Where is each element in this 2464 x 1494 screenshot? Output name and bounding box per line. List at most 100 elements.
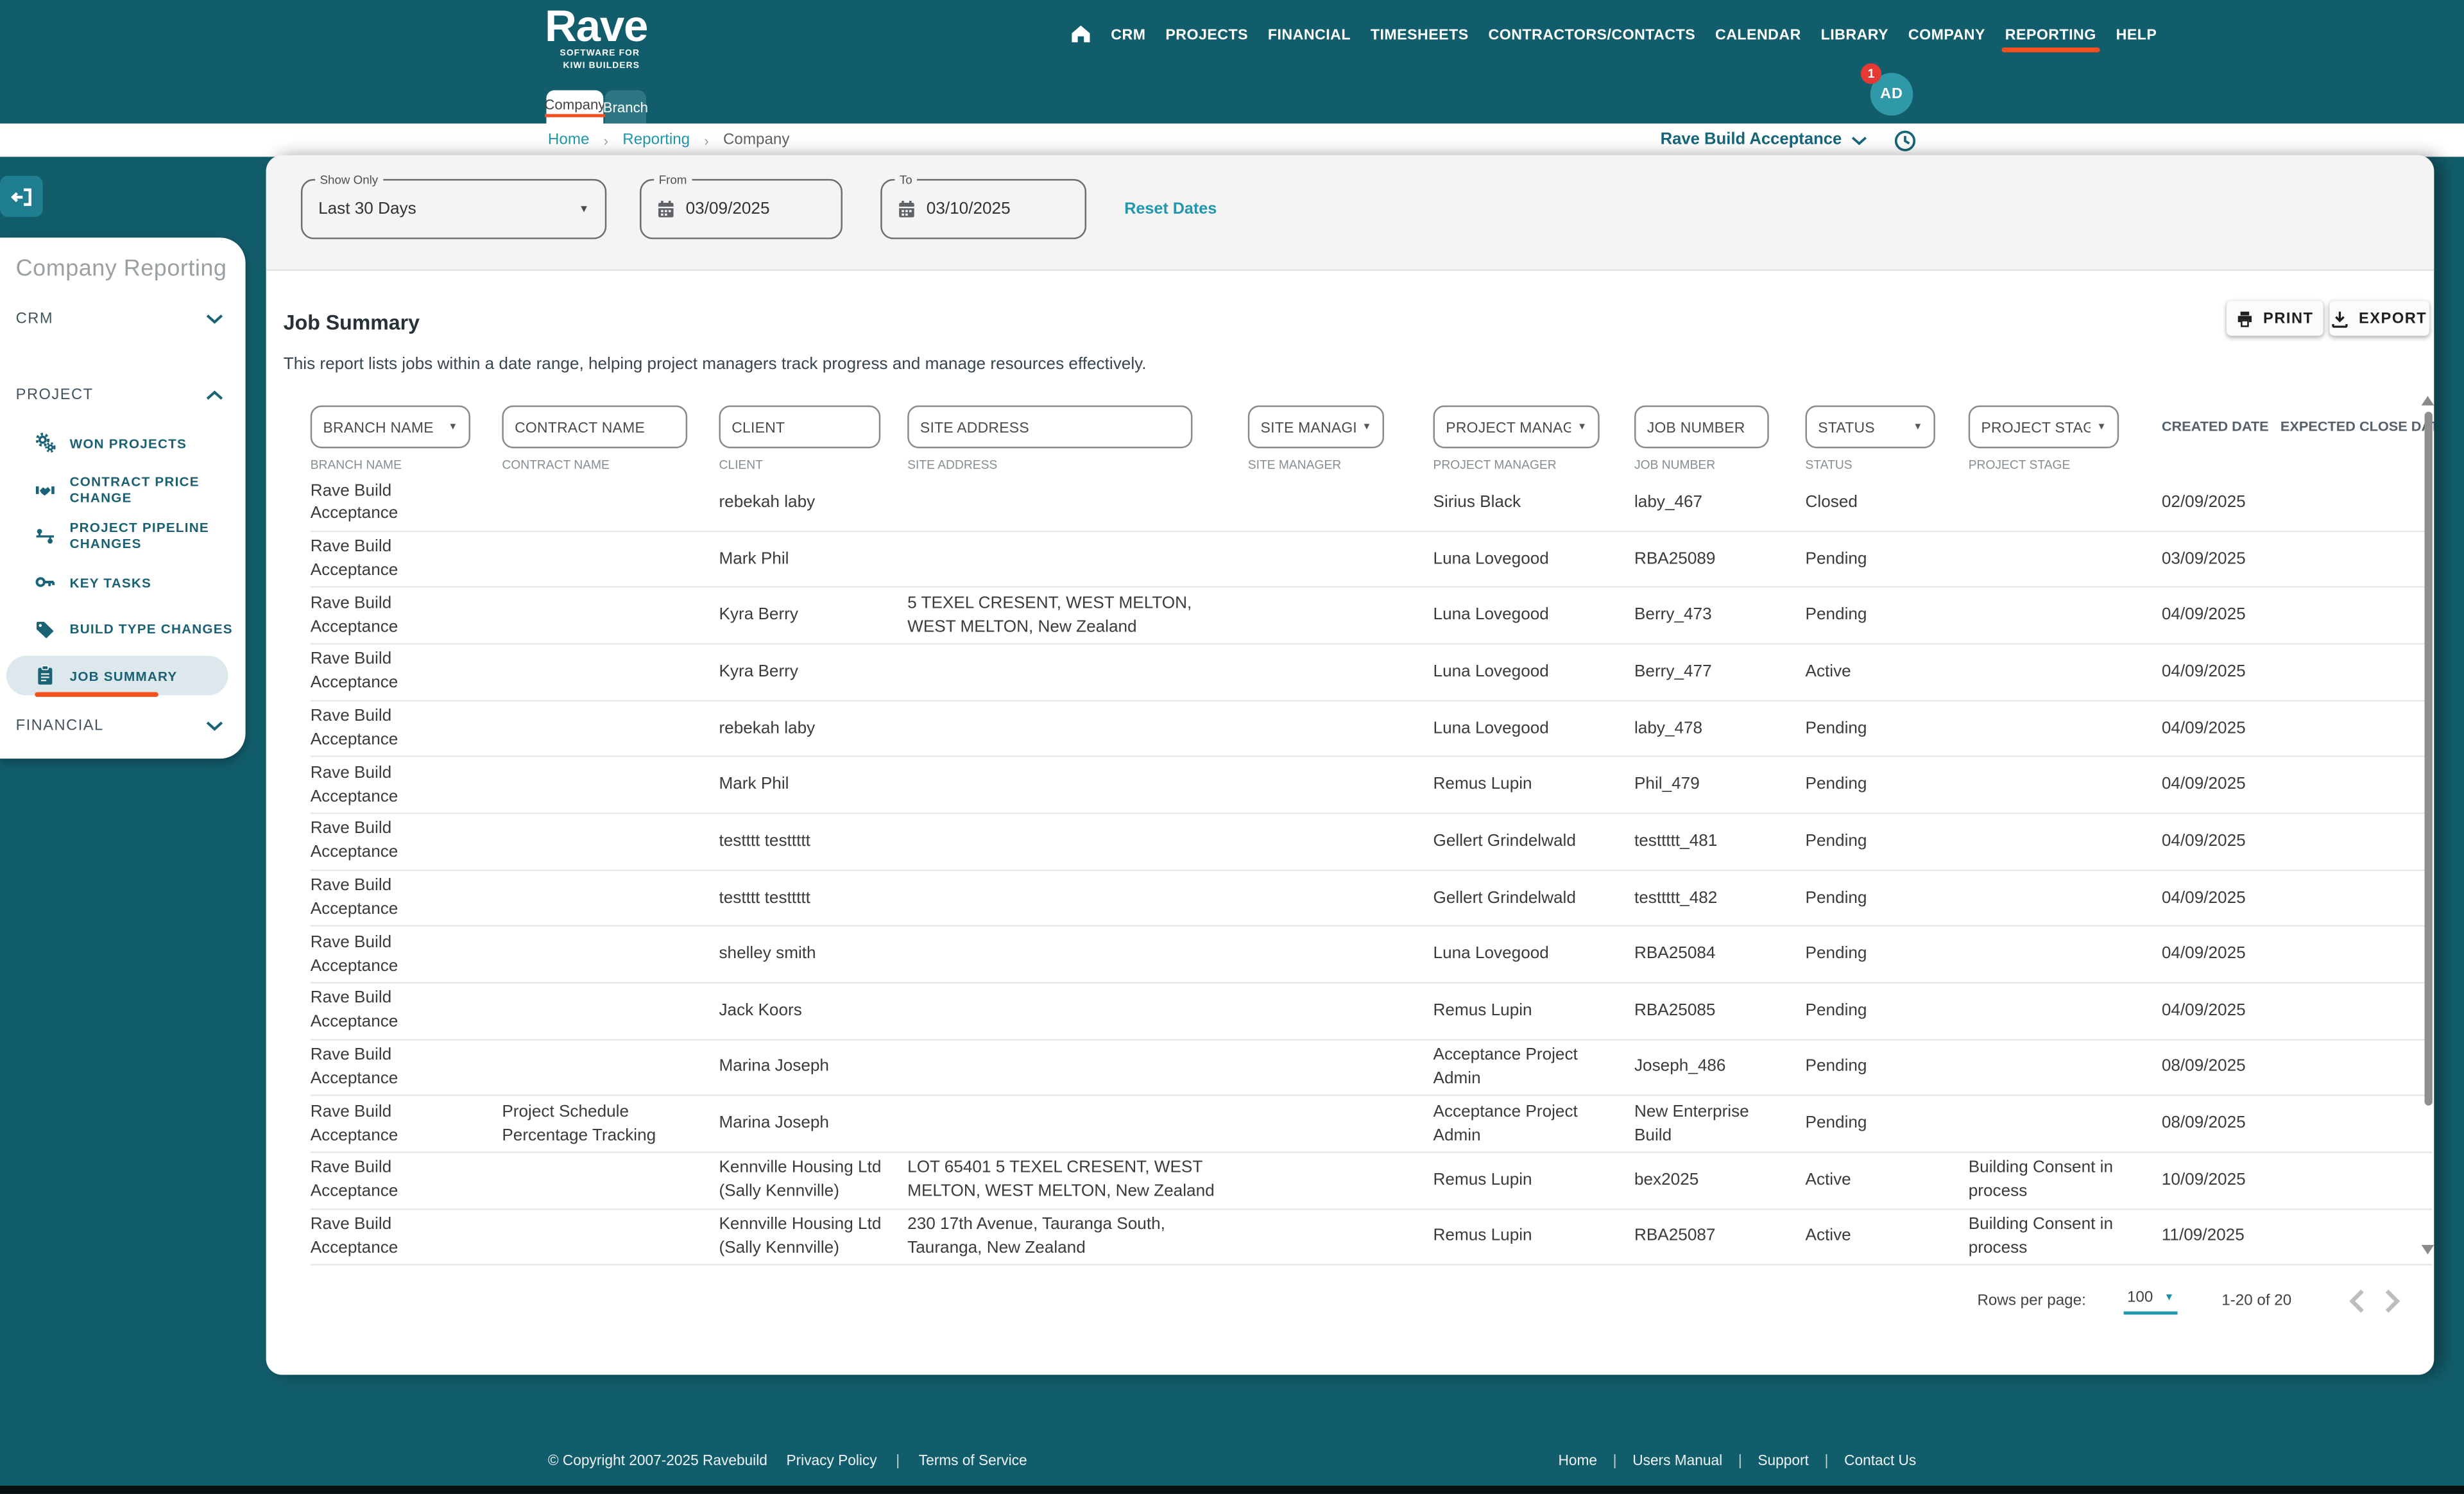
- table-row[interactable]: Rave Build Acceptance Kennville Housing L…: [310, 1209, 2433, 1266]
- filter-select-branch-name[interactable]: BRANCH NAME ▼: [310, 405, 470, 449]
- table-row[interactable]: Rave Build Acceptance shelley smith Luna L…: [310, 927, 2433, 984]
- tab-company[interactable]: Company: [544, 90, 606, 124]
- rows-per-page-select[interactable]: 100 ▼: [2124, 1286, 2178, 1315]
- nav-item-help[interactable]: HELP: [2116, 24, 2157, 42]
- cell-contract-name: [502, 950, 719, 958]
- filter-select-site-manager[interactable]: SITE MANAGER ▼: [1247, 405, 1385, 449]
- filter-select-status[interactable]: STATUS ▼: [1805, 405, 1935, 449]
- cell-contract-name: [502, 555, 719, 563]
- home-icon[interactable]: [1070, 24, 1091, 43]
- cell-branch-name: Rave Build Acceptance: [310, 594, 398, 637]
- nav-item-financial[interactable]: FINANCIAL: [1268, 24, 1351, 42]
- table-row[interactable]: Rave Build Acceptance testttt testtttt Gel…: [310, 870, 2433, 927]
- rows-per-page-label: Rows per page:: [1977, 1291, 2086, 1309]
- cell-expected-close-date: [2280, 1063, 2433, 1071]
- table-row[interactable]: Rave Build Acceptance Kyra Berry Luna Love…: [310, 644, 2433, 701]
- dropdown-arrow-icon: ▼: [1913, 422, 1923, 432]
- table-row[interactable]: Rave Build Acceptance testttt testtttt Gel…: [310, 814, 2433, 871]
- column-caption: SITE ADDRESS: [907, 458, 998, 472]
- column-site-manager: SITE MANAGER ▼ SITE MANAGER: [1247, 405, 1433, 472]
- breadcrumb-reporting[interactable]: Reporting: [622, 132, 690, 149]
- export-button[interactable]: EXPORT: [2329, 300, 2429, 336]
- nav-item-crm[interactable]: CRM: [1111, 24, 1145, 42]
- filter-input-site-address[interactable]: SITE ADDRESS: [907, 405, 1193, 449]
- next-page-button[interactable]: [2374, 1289, 2409, 1312]
- column-header-expected-close-date[interactable]: EXPECTED CLOSE DATE: [2280, 418, 2434, 434]
- chevron-right-icon: [2384, 1289, 2400, 1312]
- nav-item-timesheets[interactable]: TIMESHEETS: [1371, 24, 1469, 42]
- footer-link-privacy-policy[interactable]: Privacy Policy: [786, 1452, 877, 1468]
- cell-project-stage: [1969, 725, 2162, 732]
- table-row[interactable]: Rave Build Acceptance Kyra Berry 5 TEXEL C…: [310, 588, 2433, 645]
- cell-project-stage: [1969, 781, 2162, 789]
- cell-branch-name: Rave Build Acceptance: [310, 650, 398, 693]
- sidebar-item-project-pipeline-changes[interactable]: PROJECT PIPELINE CHANGES: [0, 513, 246, 560]
- table-row[interactable]: Rave Build Acceptance Project Schedule Pe…: [310, 1096, 2433, 1153]
- cell-site-address: [907, 950, 1248, 958]
- notification-badge[interactable]: 1: [1860, 63, 1881, 84]
- pipeline-icon: [35, 526, 55, 546]
- sidebar-item-build-type-changes[interactable]: BUILD TYPE CHANGES: [0, 606, 246, 653]
- previous-page-button[interactable]: [2339, 1289, 2374, 1312]
- cell-branch-name: Rave Build Acceptance: [310, 707, 398, 750]
- column-client: CLIENT CLIENT: [719, 405, 907, 472]
- sidebar-section-financial[interactable]: FINANCIAL: [0, 713, 246, 738]
- filter-input-job-number[interactable]: JOB NUMBER: [1634, 405, 1769, 449]
- filter-select-project-stage[interactable]: PROJECT STAGE ▼: [1968, 405, 2119, 449]
- footer-link-users-manual[interactable]: Users Manual: [1632, 1452, 1722, 1468]
- cell-branch-name: Rave Build Acceptance: [310, 820, 398, 863]
- print-button[interactable]: PRINT: [2227, 300, 2323, 336]
- breadcrumb-home[interactable]: Home: [548, 132, 590, 149]
- history-clock-button[interactable]: [1894, 129, 1917, 151]
- company-selector-dropdown[interactable]: Rave Build Acceptance: [1661, 132, 1867, 149]
- footer-link-home[interactable]: Home: [1558, 1452, 1597, 1468]
- rave-logo[interactable]: Rave SOFTWARE FOR KIWI BUILDERS: [545, 3, 648, 73]
- sidebar-item-contract-price-change[interactable]: CONTRACT PRICE CHANGE: [0, 467, 246, 513]
- table-body: Rave Build Acceptance rebekah laby Sirius …: [310, 475, 2433, 1276]
- sidebar-section-project[interactable]: PROJECT: [0, 382, 246, 407]
- to-date-field[interactable]: To 03/10/2025: [880, 173, 1087, 239]
- cell-contract-name: [502, 1063, 719, 1071]
- reset-dates-link[interactable]: Reset Dates: [1124, 201, 1217, 218]
- sidebar-section-crm[interactable]: CRM: [0, 305, 246, 331]
- cell-project-stage: [1969, 1120, 2162, 1128]
- scrollbar-thumb[interactable]: [2424, 411, 2433, 1106]
- footer-link-support[interactable]: Support: [1758, 1452, 1808, 1468]
- footer-separator: |: [1824, 1451, 1829, 1468]
- footer-link-contact-us[interactable]: Contact Us: [1844, 1452, 1916, 1468]
- clipboard-icon: [35, 665, 55, 686]
- scrollbar-down-arrow[interactable]: [2421, 1244, 2434, 1255]
- dropdown-arrow-icon: ▼: [2096, 422, 2107, 432]
- cell-project-stage: [1969, 950, 2162, 958]
- table-row[interactable]: Rave Build Acceptance Mark Phil Luna Loveg…: [310, 531, 2433, 588]
- sidebar-item-key-tasks[interactable]: KEY TASKS: [0, 560, 246, 606]
- cell-project-stage: [1969, 1007, 2162, 1015]
- sidebar-collapse-button[interactable]: [0, 175, 43, 218]
- show-only-select[interactable]: Show Only Last 30 Days ▼: [300, 173, 607, 239]
- table-row[interactable]: Rave Build Acceptance Mark Phil Remus Lupi…: [310, 757, 2433, 814]
- scrollbar-up-arrow[interactable]: [2421, 396, 2434, 406]
- sidebar-item-job-summary[interactable]: JOB SUMMARY: [0, 653, 246, 700]
- cell-site-manager: [1248, 1176, 1433, 1184]
- nav-item-calendar[interactable]: CALENDAR: [1715, 24, 1801, 42]
- table-row[interactable]: Rave Build Acceptance Jack Koors Remus Lup…: [310, 983, 2433, 1040]
- nav-item-company[interactable]: COMPANY: [1908, 24, 1985, 42]
- tab-branch[interactable]: Branch: [603, 90, 648, 124]
- table-row[interactable]: Rave Build Acceptance rebekah laby Luna Lo…: [310, 701, 2433, 758]
- filter-select-project-manager[interactable]: PROJECT MANAGER ▼: [1433, 405, 1600, 449]
- filter-input-client[interactable]: CLIENT: [719, 405, 881, 449]
- nav-item-library[interactable]: LIBRARY: [1821, 24, 1888, 42]
- nav-item-contractors-contacts[interactable]: CONTRACTORS/CONTACTS: [1488, 24, 1695, 42]
- sidebar-item-won-projects[interactable]: WON PROJECTS: [0, 420, 246, 467]
- nav-item-reporting[interactable]: REPORTING: [2001, 24, 2099, 53]
- column-header-created-date[interactable]: CREATED DATE: [2162, 418, 2280, 434]
- table-row[interactable]: Rave Build Acceptance Marina Joseph Accept…: [310, 1040, 2433, 1097]
- footer-link-terms-of-service[interactable]: Terms of Service: [919, 1452, 1027, 1468]
- nav-item-projects[interactable]: PROJECTS: [1165, 24, 1248, 42]
- column-caption: BRANCH NAME: [310, 458, 402, 472]
- table-row[interactable]: Rave Build Acceptance Kennville Housing L…: [310, 1153, 2433, 1210]
- table-row[interactable]: Rave Build Acceptance rebekah laby Sirius …: [310, 475, 2433, 532]
- from-date-field[interactable]: From 03/09/2025: [640, 173, 843, 239]
- cell-client: rebekah laby: [719, 492, 816, 511]
- filter-input-contract-name[interactable]: CONTRACT NAME: [502, 405, 688, 449]
